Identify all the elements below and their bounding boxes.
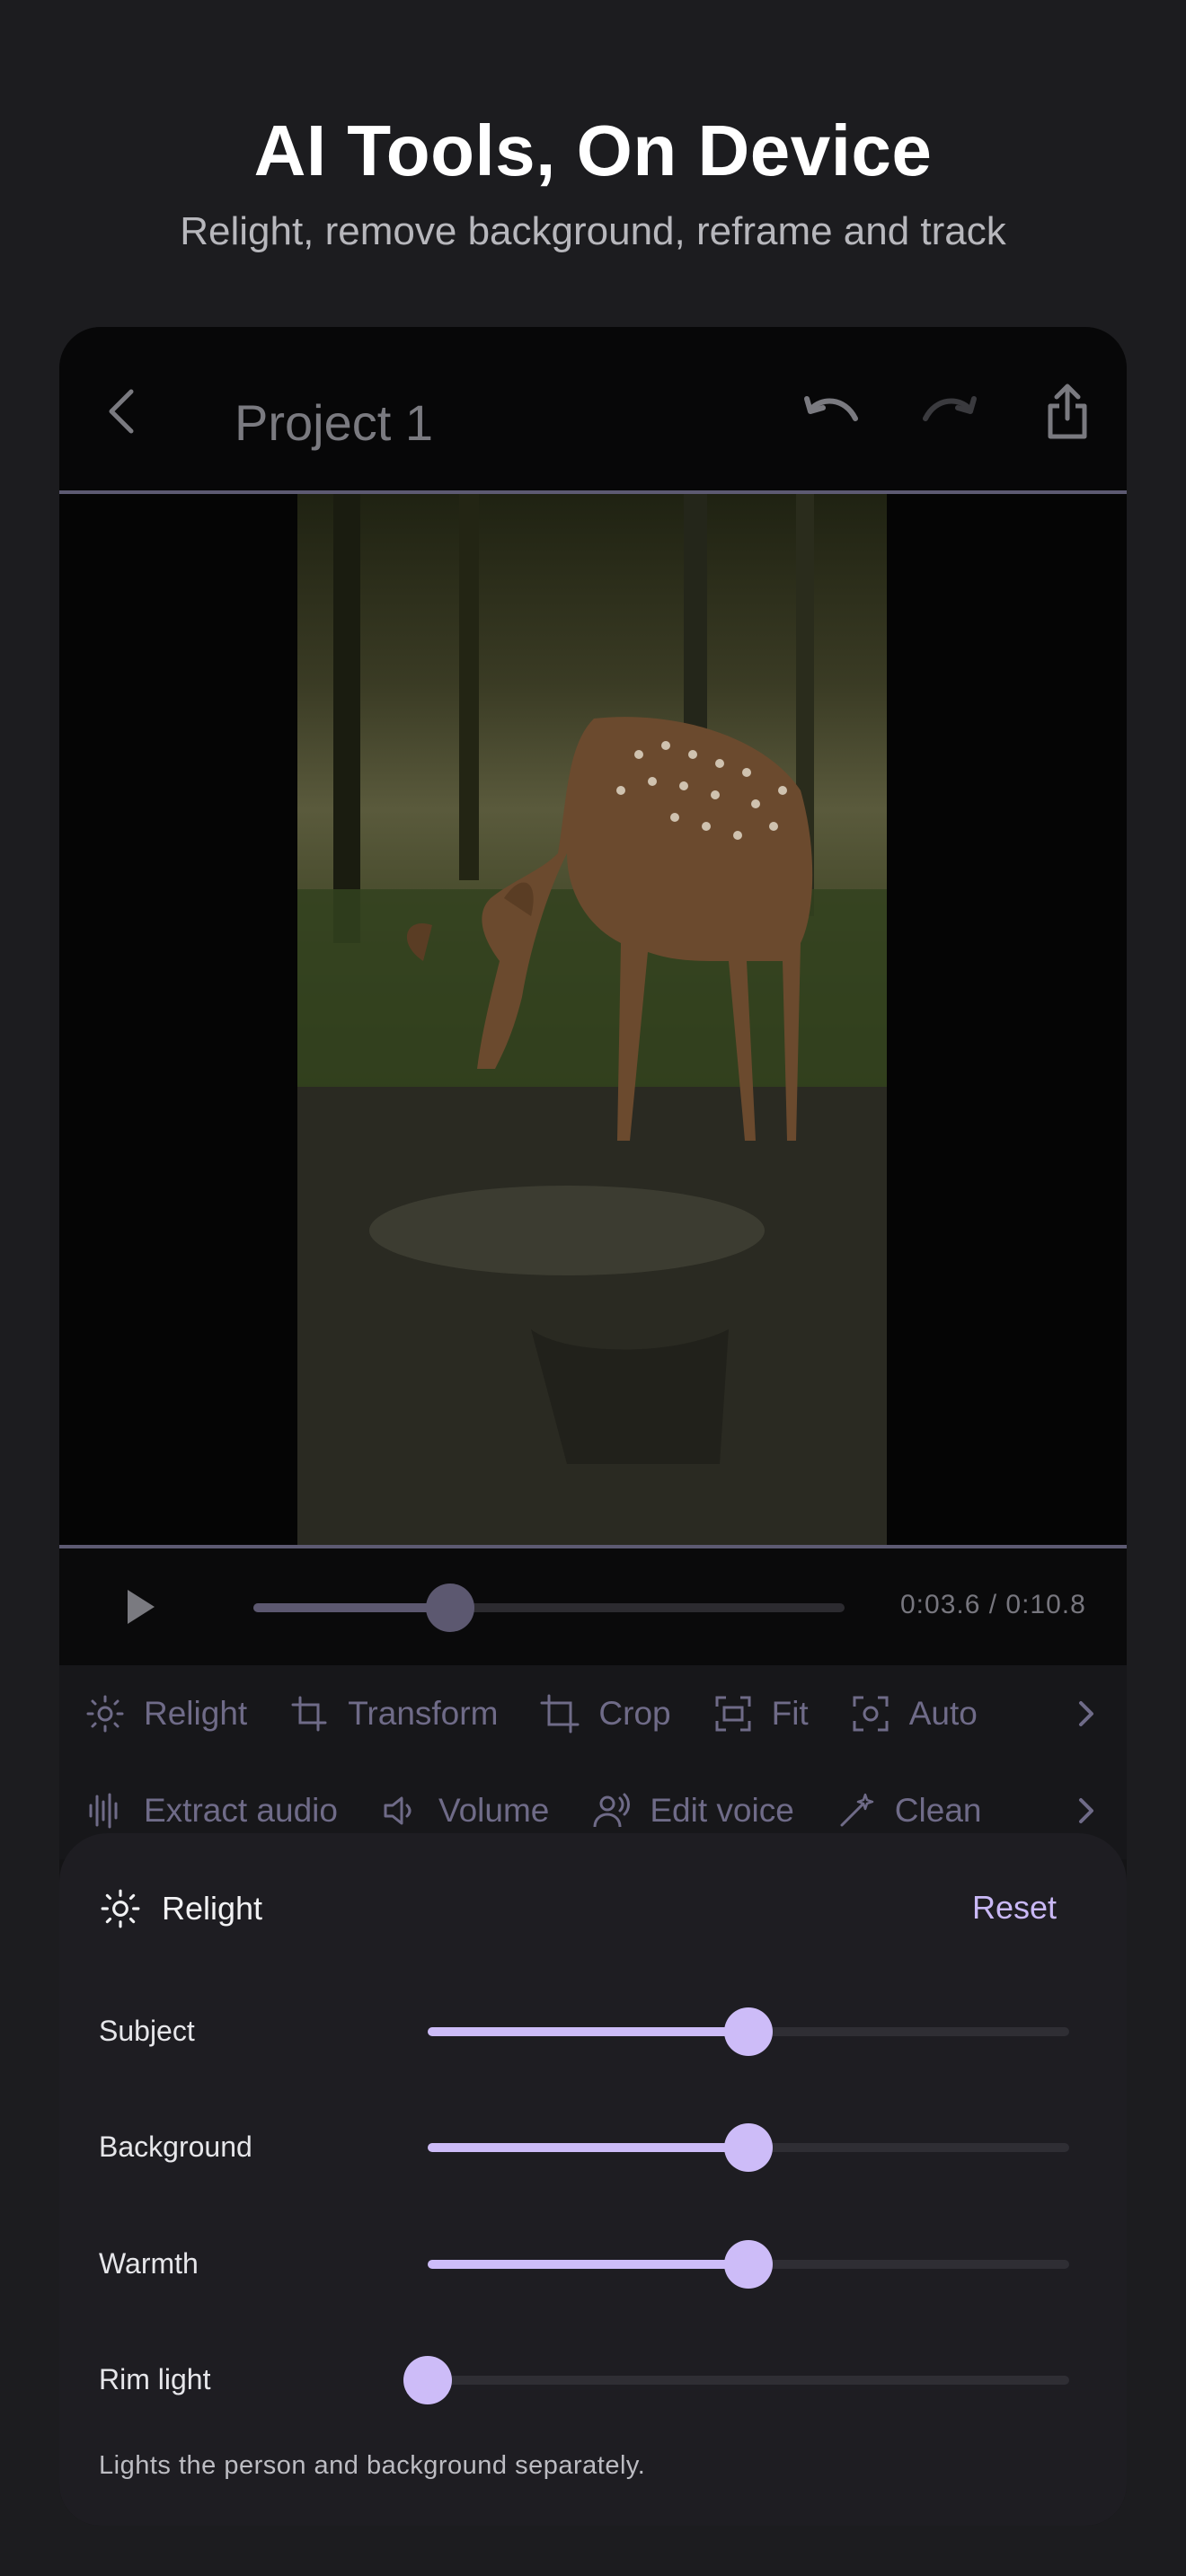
voice-icon: [590, 1790, 632, 1831]
slider-label: Subject: [99, 2015, 195, 2047]
tool-extract-audio[interactable]: Extract audio: [84, 1790, 338, 1831]
sun-icon: [84, 1693, 126, 1734]
page-subheadline: Relight, remove background, reframe and …: [180, 209, 1006, 253]
editor-screen: Project 1 0:03.6 / 0:10.8 Relight Transf…: [59, 327, 1127, 2526]
background-slider-row: Background: [99, 2120, 1087, 2174]
scroll-right-button[interactable]: [1073, 1793, 1100, 1829]
rim-light-slider-row: Rim light: [99, 2352, 1087, 2406]
tool-label: Clean: [894, 1792, 982, 1829]
scrubber-handle[interactable]: [426, 1584, 475, 1632]
project-title[interactable]: Project 1: [235, 393, 433, 452]
rim-light-slider[interactable]: [403, 2356, 1069, 2404]
deer-video-frame: [297, 494, 887, 1545]
auto-frame-icon: [850, 1693, 891, 1734]
tool-row-video: Relight Transform Crop Fit Auto: [59, 1665, 1127, 1762]
tool-crop[interactable]: Crop: [539, 1693, 671, 1734]
warmth-slider-row: Warmth: [99, 2236, 1087, 2290]
subject-slider[interactable]: [428, 2007, 1069, 2056]
tool-label: Crop: [598, 1695, 671, 1732]
timeline-scrubber[interactable]: [253, 1584, 845, 1632]
slider-thumb[interactable]: [724, 2123, 773, 2172]
tool-edit-voice[interactable]: Edit voice: [590, 1790, 794, 1831]
reset-button[interactable]: Reset: [972, 1889, 1057, 1927]
crop-icon: [539, 1693, 580, 1734]
relight-panel: Relight Reset Subject Background Warmth: [59, 1833, 1127, 2526]
fit-icon: [712, 1693, 754, 1734]
relight-hint: Lights the person and background separat…: [99, 2451, 646, 2480]
slider-fill: [428, 2143, 748, 2152]
tool-label: Volume: [438, 1792, 550, 1829]
deer-image: [297, 494, 887, 1545]
tool-label: Fit: [771, 1695, 809, 1732]
slider-label: Rim light: [99, 2363, 211, 2395]
chevron-right-icon: [1079, 1798, 1093, 1823]
play-button[interactable]: [122, 1584, 158, 1629]
page-headline: AI Tools, On Device: [253, 110, 933, 190]
slider-fill: [428, 2027, 748, 2036]
slider-thumb[interactable]: [403, 2356, 452, 2404]
chevron-left-icon: [109, 389, 134, 434]
tool-transform[interactable]: Transform: [288, 1693, 498, 1734]
tool-fit[interactable]: Fit: [712, 1693, 809, 1734]
redo-button[interactable]: [913, 384, 985, 438]
undo-button[interactable]: [796, 384, 868, 438]
slider-label: Warmth: [99, 2247, 199, 2280]
tool-clean[interactable]: Clean: [836, 1790, 982, 1831]
background-slider[interactable]: [428, 2123, 1069, 2172]
subject-slider-row: Subject: [99, 2004, 1087, 2058]
tool-label: Auto: [908, 1695, 978, 1732]
playback-time: 0:03.6 / 0:10.8: [900, 1590, 1086, 1619]
playback-bar: 0:03.6 / 0:10.8: [59, 1548, 1127, 1665]
back-button[interactable]: [95, 381, 149, 442]
relight-panel-header: Relight: [99, 1887, 262, 1930]
speaker-icon: [379, 1790, 420, 1831]
tool-label: Extract audio: [144, 1792, 338, 1829]
transform-icon: [288, 1693, 330, 1734]
play-icon: [128, 1590, 155, 1624]
tool-relight[interactable]: Relight: [84, 1693, 247, 1734]
scroll-right-button[interactable]: [1073, 1696, 1100, 1732]
magic-wand-icon: [836, 1790, 877, 1831]
tool-label: Edit voice: [650, 1792, 794, 1829]
tool-auto[interactable]: Auto: [850, 1693, 978, 1734]
chevron-right-icon: [1079, 1701, 1093, 1726]
waveform-icon: [84, 1790, 126, 1831]
share-icon: [1048, 384, 1087, 439]
video-preview[interactable]: [59, 490, 1127, 1548]
slider-thumb[interactable]: [724, 2007, 773, 2056]
redo-icon: [923, 396, 977, 421]
tool-volume[interactable]: Volume: [379, 1790, 549, 1831]
share-button[interactable]: [1040, 379, 1094, 444]
relight-panel-title: Relight: [162, 1890, 263, 1927]
slider-label: Background: [99, 2130, 252, 2163]
tool-label: Transform: [348, 1695, 499, 1732]
undo-icon: [804, 396, 858, 421]
scrubber-progress: [253, 1603, 451, 1612]
sun-icon: [99, 1887, 142, 1930]
editor-top-bar: Project 1: [59, 327, 1127, 494]
warmth-slider[interactable]: [428, 2240, 1069, 2289]
slider-fill: [428, 2260, 748, 2269]
tool-label: Relight: [144, 1695, 248, 1732]
slider-thumb[interactable]: [724, 2240, 773, 2289]
